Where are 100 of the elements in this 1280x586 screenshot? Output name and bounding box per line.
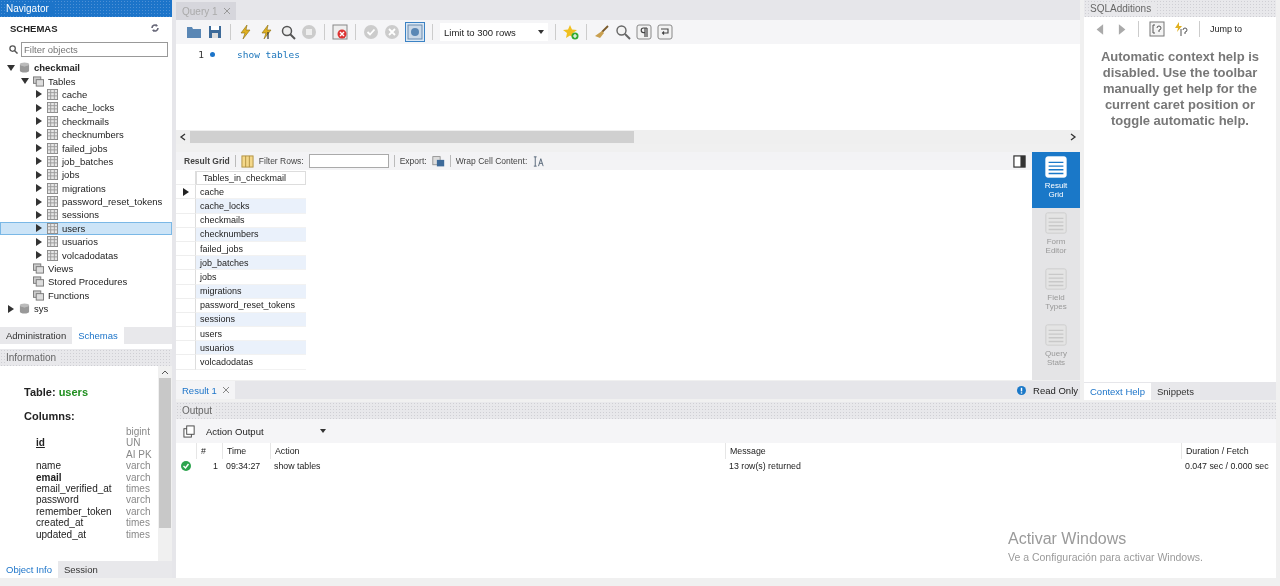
tree-item[interactable]: Stored Procedures	[0, 275, 172, 289]
sql-editor[interactable]: 1 show tables	[176, 44, 1080, 130]
collapsed-arrow-icon[interactable]	[35, 170, 43, 179]
lightning-icon[interactable]	[238, 24, 254, 40]
statement-dot-icon	[210, 51, 215, 57]
tree-item[interactable]: users	[0, 221, 172, 236]
refresh-icon[interactable]	[150, 23, 160, 33]
table-cell-text: show tables	[273, 461, 322, 471]
activation-title: Activar Windows	[1008, 530, 1128, 548]
collapsed-arrow-icon[interactable]	[35, 197, 43, 206]
star-plus-icon[interactable]	[563, 24, 579, 40]
collapsed-arrow-icon[interactable]	[7, 304, 15, 313]
collapsed-arrow-icon[interactable]	[35, 184, 43, 193]
tree-item[interactable]: cache_locks	[0, 101, 172, 115]
row-header[interactable]	[176, 185, 196, 200]
wrap-text-icon[interactable]	[532, 154, 546, 168]
auto-commit-toggle[interactable]	[405, 22, 425, 42]
table-cell[interactable]: password_reset_tokens	[196, 298, 306, 313]
collapsed-arrow-icon[interactable]	[35, 237, 43, 246]
table-cell[interactable]: cache_locks	[196, 199, 306, 214]
columns-icon[interactable]	[240, 154, 254, 168]
panel-toggle-icon[interactable]	[1013, 154, 1026, 168]
column-name: created_at	[36, 517, 85, 529]
scrollbar[interactable]	[158, 366, 172, 561]
collapsed-arrow-icon[interactable]	[35, 90, 43, 99]
caret-icon[interactable]	[538, 30, 544, 34]
tree-item[interactable]: volcadodatas	[0, 248, 172, 262]
column-header[interactable]: Message	[725, 443, 1181, 459]
broom-icon[interactable]	[594, 24, 610, 40]
column-header[interactable]: Tables_in_checkmail	[196, 171, 306, 186]
magnifier-icon[interactable]	[280, 24, 296, 40]
panel-tab[interactable]: Context Help	[1084, 382, 1151, 400]
scroll-up-icon[interactable]	[161, 370, 169, 375]
column-header[interactable]: Action	[270, 443, 725, 459]
copy-icon[interactable]	[183, 424, 196, 438]
table-cell[interactable]: volcadodatas	[196, 355, 306, 370]
column-type: UN	[126, 437, 141, 449]
result-tab[interactable]: Result 1	[176, 381, 235, 399]
pilcrow-icon[interactable]	[636, 24, 652, 40]
error-toggle-icon[interactable]	[332, 24, 348, 40]
search-icon[interactable]	[615, 24, 631, 40]
collapsed-arrow-icon[interactable]	[35, 144, 43, 153]
panel-tab[interactable]: Object Info	[0, 561, 58, 578]
table-icon	[47, 222, 58, 234]
tree-item[interactable]: sessions	[0, 208, 172, 222]
side-tab[interactable]: Result Grid	[1032, 152, 1080, 208]
table-icon	[47, 236, 58, 248]
help-icon[interactable]	[1149, 21, 1165, 37]
tree-item[interactable]: Tables	[0, 74, 172, 88]
export-icon[interactable]	[431, 154, 445, 168]
table-cell-text: 09:34:27	[225, 461, 262, 471]
expanded-arrow-icon[interactable]	[7, 63, 15, 72]
tree-item[interactable]: password_reset_tokens	[0, 194, 172, 209]
tree-item[interactable]: cache	[0, 87, 172, 102]
tree-item[interactable]: jobs	[0, 168, 172, 182]
close-icon[interactable]	[222, 387, 229, 393]
tree-item[interactable]: failed_jobs	[0, 141, 172, 155]
limit-dropdown[interactable]: Limit to 300 rows	[440, 23, 548, 41]
auto-help-icon[interactable]	[1173, 21, 1189, 37]
tree-item[interactable]: Views	[0, 261, 172, 276]
column-header[interactable]: Duration / Fetch	[1181, 443, 1276, 459]
collapsed-arrow-icon[interactable]	[35, 130, 43, 139]
tree-item[interactable]: checknumbers	[0, 127, 172, 142]
search-icon	[9, 44, 18, 54]
table-cell[interactable]: jobs	[196, 270, 306, 285]
collapsed-arrow-icon[interactable]	[35, 157, 43, 166]
table-cell[interactable]: usuarios	[196, 341, 306, 356]
tree-item[interactable]: Functions	[0, 288, 172, 303]
collapsed-arrow-icon[interactable]	[35, 211, 43, 219]
tree-item[interactable]: migrations	[0, 181, 172, 195]
collapsed-arrow-icon[interactable]	[35, 117, 43, 126]
tree-item[interactable]: checkmail	[0, 61, 172, 75]
collapsed-arrow-icon[interactable]	[35, 251, 43, 260]
lightning-cursor-icon[interactable]	[259, 24, 275, 40]
table-cell[interactable]: job_batches	[196, 256, 306, 271]
jump-to-dropdown[interactable]: Jump to	[1210, 24, 1242, 34]
tree-item[interactable]: checkmails	[0, 114, 172, 128]
panel-title: SQLAdditions	[1090, 3, 1156, 14]
column-header[interactable]: #	[196, 443, 222, 459]
wrap-icon[interactable]	[657, 24, 673, 40]
table-cell-text: 0.047 sec / 0.000 sec	[1184, 461, 1270, 471]
tree-item[interactable]: usuarios	[0, 235, 172, 249]
table-cell-text: 13 row(s) returned	[728, 461, 802, 471]
caret-icon[interactable]	[320, 429, 326, 433]
panel-title: Navigator	[6, 3, 53, 14]
filter-field[interactable]: Filter objects	[21, 41, 168, 57]
table-cell[interactable]: checkmails	[196, 213, 306, 228]
info-label: Table:	[24, 386, 56, 398]
collapsed-arrow-icon[interactable]	[35, 103, 43, 112]
filter-field[interactable]	[308, 154, 389, 168]
tree-item[interactable]: job_batches	[0, 154, 172, 169]
collapsed-arrow-icon[interactable]	[35, 224, 43, 233]
check-icon[interactable]	[363, 24, 379, 40]
tree-item[interactable]: sys	[0, 302, 172, 316]
column-header[interactable]: Time	[222, 443, 270, 459]
folder-icon[interactable]	[186, 24, 202, 40]
panel-tab[interactable]: Schemas	[72, 327, 124, 344]
save-icon[interactable]	[207, 24, 223, 40]
column-type: varch	[126, 494, 152, 506]
expanded-arrow-icon[interactable]	[21, 77, 29, 86]
